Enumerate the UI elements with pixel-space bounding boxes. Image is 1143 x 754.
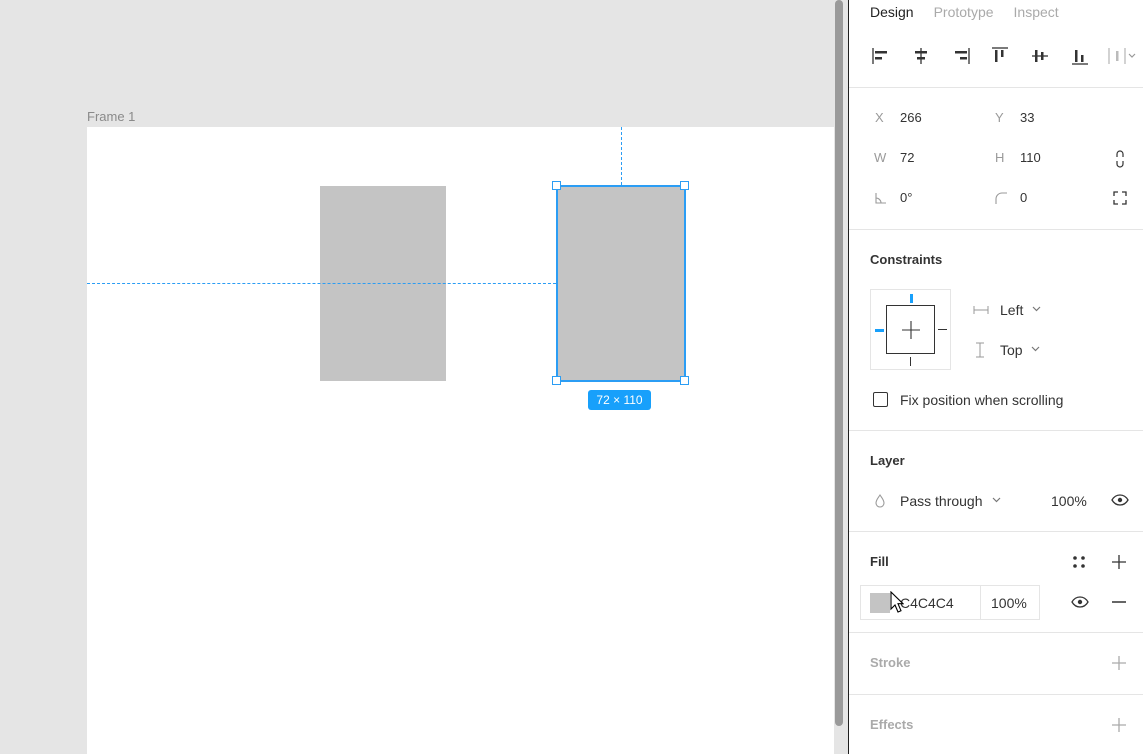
constrain-proportions-icon[interactable] <box>1113 149 1127 169</box>
w-label: W <box>874 150 887 165</box>
constraint-top-handle[interactable] <box>910 294 913 303</box>
blend-mode-dropdown[interactable]: Pass through <box>900 493 983 509</box>
effects-title[interactable]: Effects <box>870 717 913 732</box>
align-bottom-icon[interactable] <box>1068 44 1092 68</box>
divider <box>849 694 1143 695</box>
x-input[interactable]: 266 <box>900 110 922 125</box>
constraint-right-handle[interactable] <box>938 329 947 330</box>
fix-position-label[interactable]: Fix position when scrolling <box>900 392 1063 408</box>
divider <box>849 229 1143 230</box>
fill-opacity-input[interactable]: 100% <box>991 595 1027 611</box>
fill-hex-input[interactable]: C4C4C4 <box>900 595 954 611</box>
constraint-left-handle[interactable] <box>875 329 884 332</box>
size-badge: 72 × 110 <box>588 390 651 410</box>
fill-color-swatch[interactable] <box>870 593 890 613</box>
rotation-icon <box>875 193 886 204</box>
x-label: X <box>875 110 884 125</box>
chevron-down-icon <box>1032 306 1041 312</box>
layer-opacity-input[interactable]: 100% <box>1051 493 1087 509</box>
vertical-guide <box>621 127 622 185</box>
fix-position-checkbox[interactable] <box>873 392 888 407</box>
rotation-input[interactable]: 0° <box>900 190 912 205</box>
align-horizontal-center-icon[interactable] <box>909 44 933 68</box>
panel-tabs: Design Prototype Inspect <box>870 4 1079 20</box>
divider <box>849 632 1143 633</box>
center-crosshair-icon[interactable] <box>901 320 921 340</box>
resize-handle-top-left[interactable] <box>552 181 561 190</box>
width-input[interactable]: 72 <box>900 150 914 165</box>
canvas-scrollbar[interactable] <box>835 0 843 726</box>
stroke-title[interactable]: Stroke <box>870 655 910 670</box>
resize-handle-bottom-left[interactable] <box>552 376 561 385</box>
styles-grid-icon[interactable] <box>1072 555 1086 569</box>
align-vertical-center-icon[interactable] <box>1028 44 1052 68</box>
horizontal-constraint-icon <box>973 306 989 314</box>
divider <box>849 430 1143 431</box>
add-stroke-icon[interactable] <box>1112 656 1126 670</box>
constraint-inner-box <box>886 305 935 354</box>
constraint-bottom-handle[interactable] <box>910 357 911 366</box>
frame-label[interactable]: Frame 1 <box>87 109 135 124</box>
eye-icon[interactable] <box>1071 596 1089 608</box>
distribute-icon[interactable] <box>1105 44 1137 68</box>
divider <box>849 531 1143 532</box>
chevron-down-icon <box>992 497 1001 503</box>
add-effect-icon[interactable] <box>1112 718 1126 732</box>
align-top-icon[interactable] <box>988 44 1012 68</box>
fill-title: Fill <box>870 554 889 569</box>
divider <box>980 586 981 619</box>
resize-handle-bottom-right[interactable] <box>680 376 689 385</box>
selection-outline <box>556 185 686 382</box>
corner-radius-input[interactable]: 0 <box>1020 190 1027 205</box>
fill-row: C4C4C4 100% <box>860 585 1040 620</box>
independent-corners-icon[interactable] <box>1113 191 1127 205</box>
blend-mode-icon <box>875 494 885 508</box>
constraint-widget[interactable] <box>870 289 951 370</box>
resize-handle-top-right[interactable] <box>680 181 689 190</box>
chevron-down-icon <box>1031 346 1040 352</box>
vertical-constraint-dropdown[interactable]: Top <box>1000 342 1023 358</box>
align-right-icon[interactable] <box>949 44 973 68</box>
divider <box>849 87 1143 88</box>
add-fill-icon[interactable] <box>1112 555 1126 569</box>
mouse-cursor-icon <box>890 591 904 613</box>
canvas[interactable]: Frame 1 72 × 110 <box>0 0 834 754</box>
eye-icon[interactable] <box>1111 494 1129 506</box>
corner-radius-icon <box>995 192 1007 204</box>
height-input[interactable]: 110 <box>1020 150 1041 165</box>
y-input[interactable]: 33 <box>1020 110 1034 125</box>
frame[interactable] <box>87 127 834 754</box>
h-label: H <box>995 150 1005 165</box>
horizontal-guide <box>87 283 556 284</box>
properties-panel: Design Prototype Inspect X 266 Y 33 W 72… <box>849 0 1143 754</box>
alignment-toolbar <box>869 44 1139 70</box>
align-left-icon[interactable] <box>869 44 893 68</box>
tab-prototype[interactable]: Prototype <box>934 4 994 20</box>
layer-title: Layer <box>870 453 905 468</box>
horizontal-constraint-dropdown[interactable]: Left <box>1000 302 1023 318</box>
remove-fill-icon[interactable] <box>1112 601 1126 603</box>
tab-inspect[interactable]: Inspect <box>1014 4 1059 20</box>
tab-design[interactable]: Design <box>870 4 914 20</box>
vertical-constraint-icon <box>976 342 984 358</box>
constraints-title: Constraints <box>870 252 943 267</box>
y-label: Y <box>995 110 1004 125</box>
